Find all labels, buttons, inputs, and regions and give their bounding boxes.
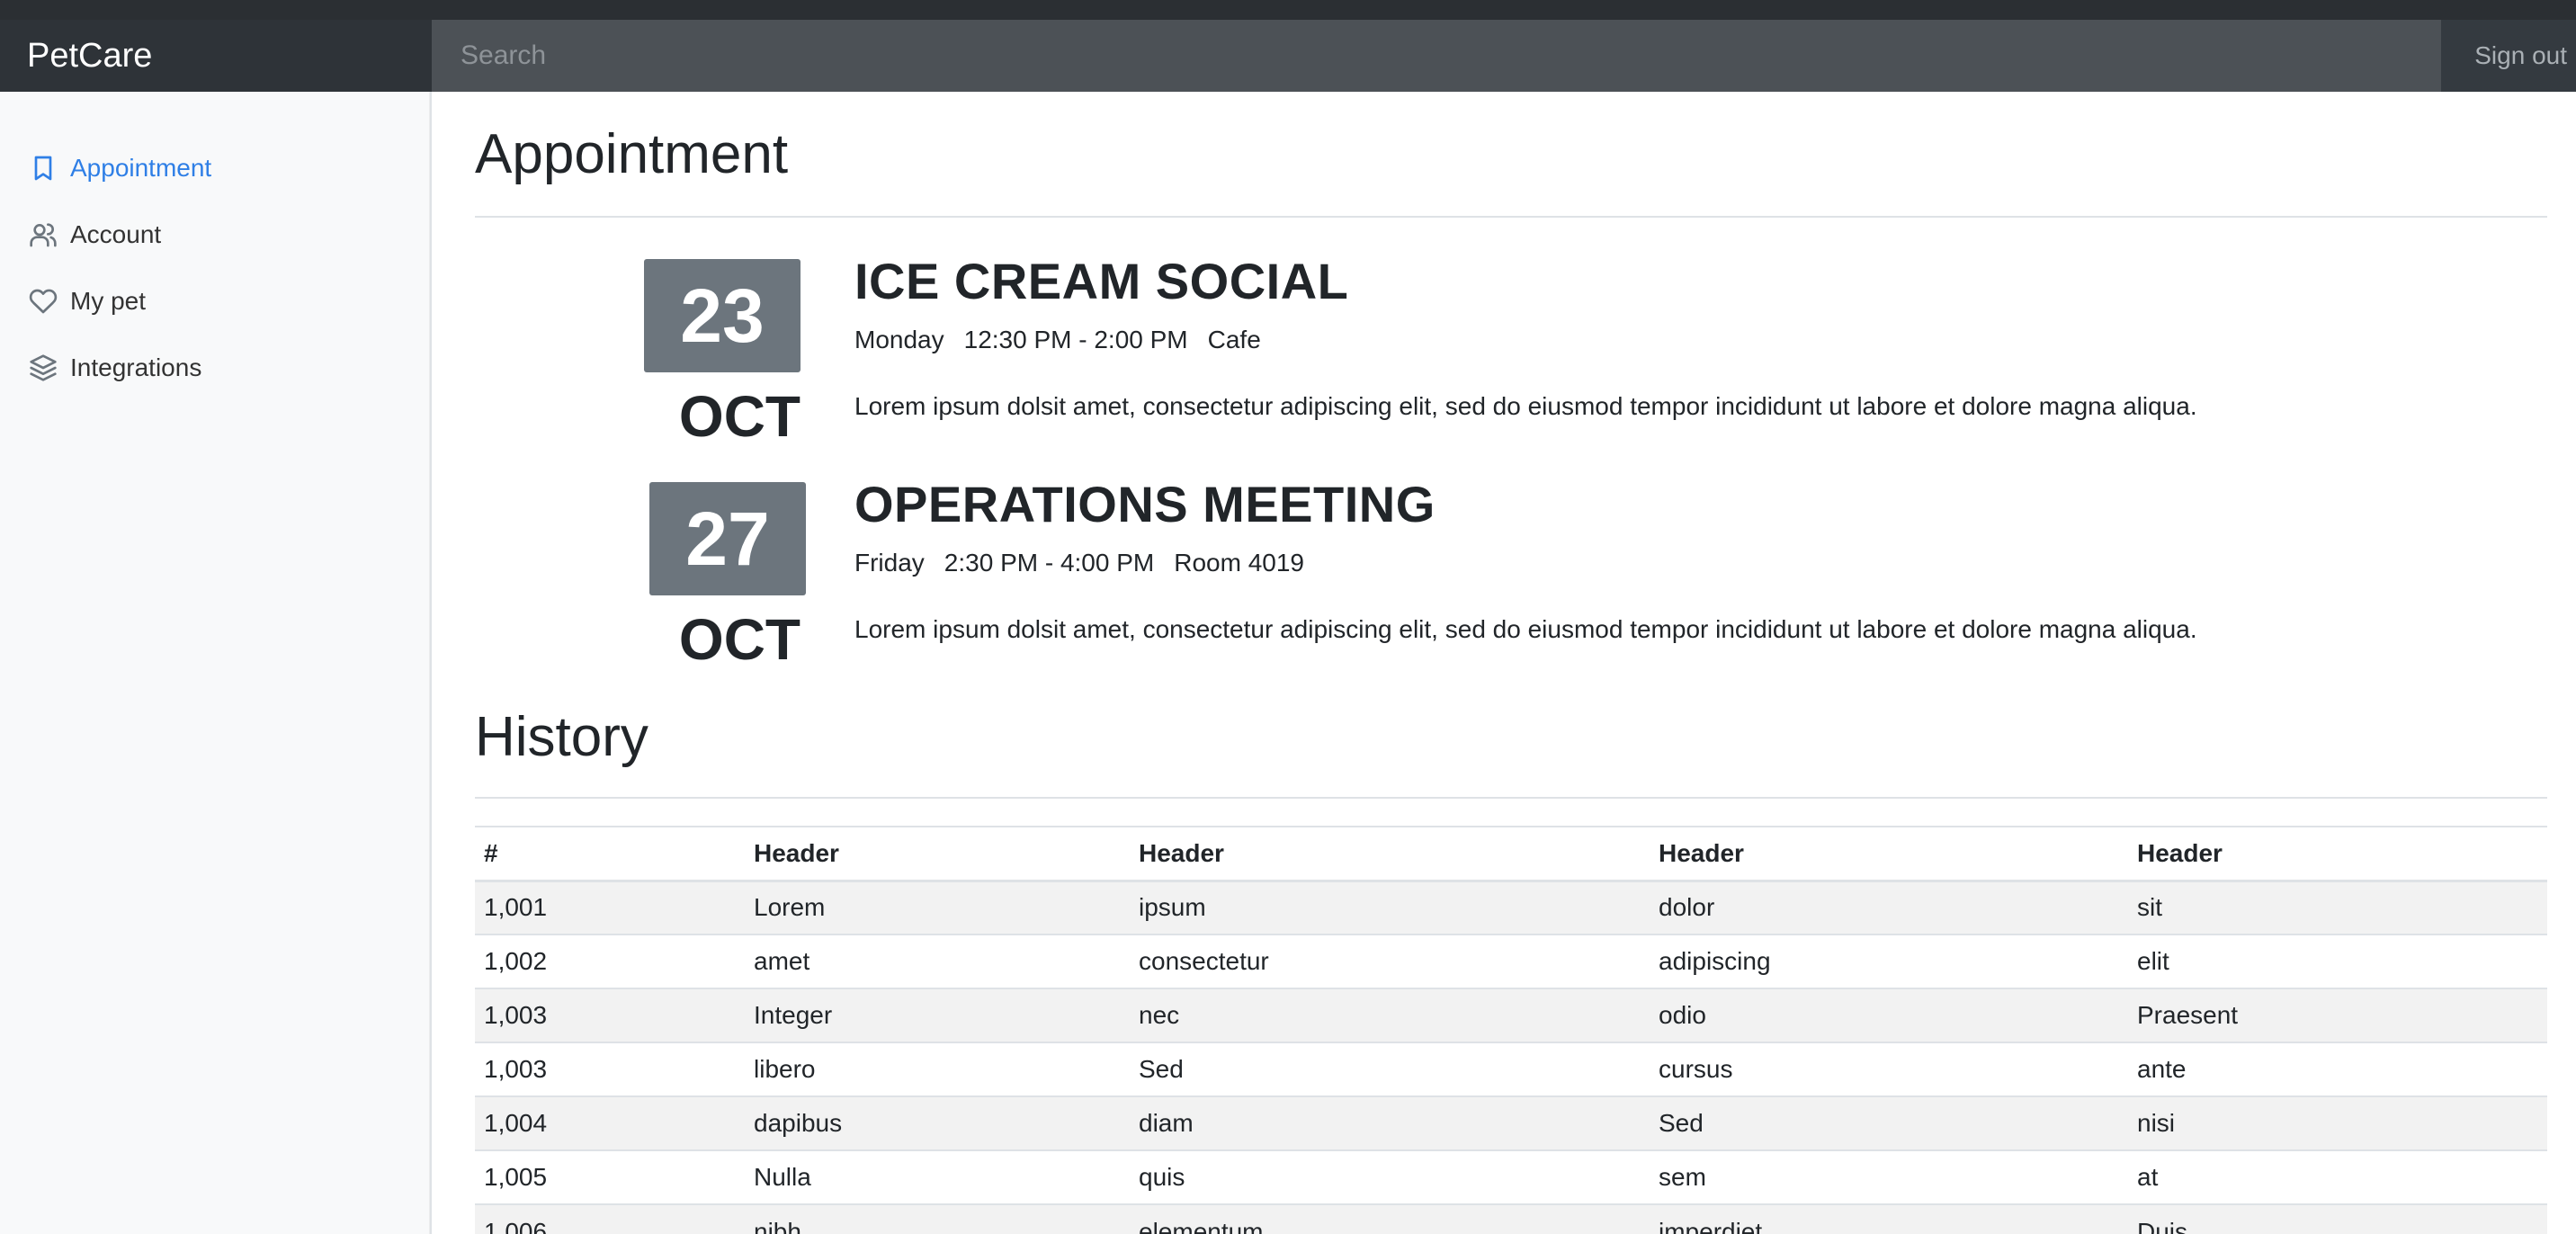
table-cell: 1,001 [475, 880, 745, 934]
event-title: OPERATIONS MEETING [854, 476, 1436, 532]
table-cell: imperdiet [1650, 1203, 2128, 1234]
divider [475, 797, 2547, 799]
event-item: 23 OCT ICE CREAM SOCIAL Monday 12:30 PM … [475, 253, 2547, 482]
table-cell: Integer [745, 988, 1130, 1042]
table-cell: sit [2128, 880, 2547, 934]
event-month: OCT [678, 384, 801, 449]
table-cell: 1,003 [475, 1042, 745, 1096]
table-cell: consectetur [1130, 934, 1650, 988]
table-cell: 1,003 [475, 988, 745, 1042]
table-row: 1,001 Lorem ipsum dolor sit [475, 880, 2547, 934]
heart-icon [29, 289, 58, 314]
divider [475, 216, 2547, 218]
event-description: Lorem ipsum dolsit amet, consectetur adi… [854, 392, 2197, 420]
table-cell: nibh [745, 1203, 1130, 1234]
event-location: Cafe [1207, 326, 1261, 353]
table-cell: 1,002 [475, 934, 745, 988]
table-cell: adipiscing [1650, 934, 2128, 988]
table-cell: Praesent [2128, 988, 2547, 1042]
table-cell: at [2128, 1149, 2547, 1204]
column-header: Header [2128, 826, 2547, 882]
column-header: Header [1650, 826, 2128, 882]
sidebar-item-label: Integrations [70, 353, 202, 381]
main-content: Appointment 23 OCT ICE CREAM SOCIAL Mond… [475, 92, 2547, 1234]
table-cell: dapibus [745, 1095, 1130, 1150]
table-cell: 1,004 [475, 1095, 745, 1150]
table-cell: Sed [1650, 1095, 2128, 1150]
table-cell: quis [1130, 1149, 1650, 1204]
table-cell: cursus [1650, 1042, 2128, 1096]
sidebar-item-appointment[interactable]: Appointment [0, 135, 430, 201]
top-navbar: PetCare Sign out [0, 20, 2576, 92]
table-cell: sem [1650, 1149, 2128, 1204]
event-time: 12:30 PM - 2:00 PM [963, 326, 1188, 353]
users-icon [30, 223, 57, 247]
history-title: History [475, 706, 648, 768]
event-title: ICE CREAM SOCIAL [854, 253, 1349, 309]
sign-out-link[interactable]: Sign out [2441, 20, 2576, 92]
sidebar-item-label: Appointment [70, 154, 212, 182]
table-cell: Sed [1130, 1042, 1650, 1096]
window-top-strip [0, 0, 2576, 20]
page-title: Appointment [475, 123, 789, 185]
sidebar-item-label: Account [70, 220, 162, 248]
table-cell: nec [1130, 988, 1650, 1042]
table-cell: libero [745, 1042, 1130, 1096]
table-cell: Nulla [745, 1149, 1130, 1204]
table-cell: diam [1130, 1095, 1650, 1150]
table-cell: nisi [2128, 1095, 2547, 1150]
event-time: 2:30 PM - 4:00 PM [944, 549, 1155, 577]
table-cell: ipsum [1130, 880, 1650, 934]
brand-logo[interactable]: PetCare [0, 20, 432, 92]
table-cell: ante [2128, 1042, 2547, 1096]
sidebar-item-my-pet[interactable]: My pet [0, 268, 430, 335]
event-meta: Monday 12:30 PM - 2:00 PM Cafe [854, 326, 1261, 354]
table-row: 1,005 Nulla quis sem at [475, 1149, 2547, 1204]
table-cell: 1,005 [475, 1149, 745, 1204]
sidebar-item-label: My pet [70, 287, 147, 315]
event-day-badge: 23 [644, 259, 801, 372]
event-meta: Friday 2:30 PM - 4:00 PM Room 4019 [854, 549, 1304, 577]
column-header: # [475, 826, 745, 882]
event-description: Lorem ipsum dolsit amet, consectetur adi… [854, 615, 2197, 643]
table-cell: Duis [2128, 1203, 2547, 1234]
table-cell: dolor [1650, 880, 2128, 934]
history-table: # Header Header Header Header 1,001 Lore… [475, 826, 2547, 1234]
column-header: Header [745, 826, 1130, 882]
table-row: 1,003 libero Sed cursus ante [475, 1042, 2547, 1096]
table-cell: elementum [1130, 1203, 1650, 1234]
sidebar-item-account[interactable]: Account [0, 201, 430, 268]
table-header-row: # Header Header Header Header [475, 826, 2547, 882]
event-weekday: Monday [854, 326, 944, 353]
event-month: OCT [678, 607, 801, 672]
table-row: 1,003 Integer nec odio Praesent [475, 988, 2547, 1042]
table-row: 1,002 amet consectetur adipiscing elit [475, 934, 2547, 988]
sidebar-item-integrations[interactable]: Integrations [0, 335, 430, 401]
table-row: 1,004 dapibus diam Sed nisi [475, 1095, 2547, 1150]
bookmark-icon [34, 156, 52, 181]
column-header: Header [1130, 826, 1650, 882]
event-location: Room 4019 [1174, 549, 1304, 577]
table-row: 1,006 nibh elementum imperdiet Duis [475, 1203, 2547, 1234]
table-cell: Lorem [745, 880, 1130, 934]
table-cell: odio [1650, 988, 2128, 1042]
event-weekday: Friday [854, 549, 925, 577]
table-cell: elit [2128, 934, 2547, 988]
table-cell: amet [745, 934, 1130, 988]
search-input[interactable] [432, 20, 2441, 92]
layers-icon [30, 354, 57, 381]
event-day-badge: 27 [649, 482, 806, 595]
sidebar: Appointment Account My pet Integrations [0, 92, 432, 1234]
event-item: 27 OCT OPERATIONS MEETING Friday 2:30 PM… [475, 476, 2547, 705]
table-cell: 1,006 [475, 1203, 745, 1234]
